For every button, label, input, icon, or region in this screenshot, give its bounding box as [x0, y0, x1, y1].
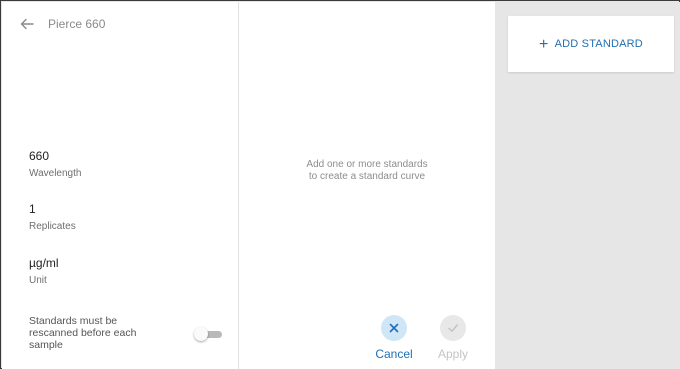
page-title: Pierce 660 [48, 17, 106, 31]
replicates-setting[interactable]: 1 Replicates [29, 202, 76, 233]
replicates-value: 1 [29, 202, 36, 216]
unit-label: Unit [29, 275, 47, 286]
add-standard-label: ADD STANDARD [554, 38, 643, 50]
check-icon [440, 315, 466, 341]
unit-setting[interactable]: µg/ml Unit [29, 256, 59, 287]
arrow-left-icon[interactable] [20, 17, 34, 31]
cancel-button[interactable]: Cancel [374, 315, 414, 361]
apply-button[interactable]: Apply [433, 315, 473, 361]
unit-value: µg/ml [29, 256, 59, 270]
add-standard-button[interactable]: + ADD STANDARD [508, 16, 674, 72]
apply-label: Apply [437, 347, 469, 361]
rescan-label: Standards must be rescanned before each … [29, 315, 137, 351]
close-icon [381, 315, 407, 341]
header: Pierce 660 [20, 14, 105, 34]
empty-state-message: Add one or more standards to create a st… [239, 159, 495, 183]
cancel-label: Cancel [375, 347, 413, 361]
rescan-toggle[interactable] [194, 327, 222, 341]
wavelength-label: Wavelength [29, 168, 82, 179]
empty-state-line-2: to create a standard curve [308, 171, 426, 182]
settings-panel: Pierce 660 660 Wavelength 1 Replicates µ… [2, 2, 239, 369]
replicates-label: Replicates [29, 221, 76, 232]
standard-curve-panel: Add one or more standards to create a st… [239, 2, 495, 369]
app-frame: Pierce 660 660 Wavelength 1 Replicates µ… [0, 0, 680, 369]
plus-icon: + [539, 35, 549, 53]
empty-state-line-1: Add one or more standards [306, 159, 428, 170]
standards-panel: + ADD STANDARD [495, 2, 680, 369]
wavelength-value: 660 [29, 149, 50, 163]
rescan-setting: Standards must be rescanned before each … [29, 315, 229, 351]
toggle-knob [194, 327, 208, 341]
action-bar: Cancel Apply [239, 315, 495, 365]
wavelength-setting[interactable]: 660 Wavelength [29, 149, 81, 180]
